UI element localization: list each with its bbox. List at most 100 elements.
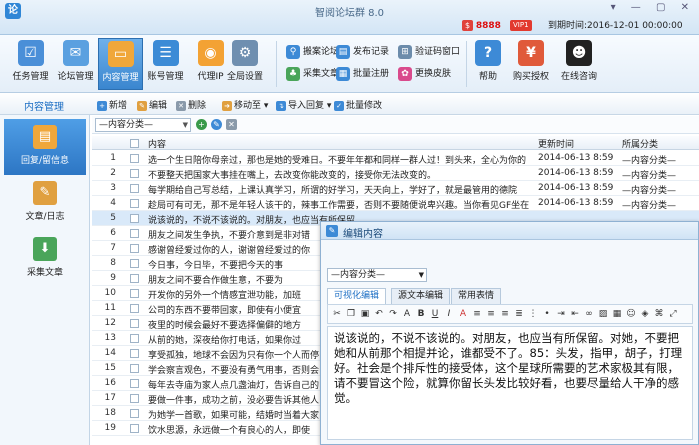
category-select[interactable]: —内容分类— ▼ xyxy=(95,118,191,132)
global-settings-button[interactable]: ⚙ 全局设置 xyxy=(220,38,270,90)
delete-button[interactable]: ✕ 删除 xyxy=(176,98,206,111)
row-checkbox[interactable] xyxy=(130,199,139,208)
row-number: 11 xyxy=(104,303,116,313)
row-checkbox[interactable] xyxy=(130,184,139,193)
paste-icon[interactable]: ▣ xyxy=(359,308,371,320)
row-checkbox[interactable] xyxy=(130,319,139,328)
column-header-time[interactable]: 更新时间 xyxy=(538,137,574,150)
editor-toolbar: ✂ ❐ ▣ ↶ ↷ A B U I A ≡ ≡ ≡ ≣ ⋮ • ⇥ ⇤ ∞ ▨ … xyxy=(327,304,693,324)
row-checkbox[interactable] xyxy=(130,334,139,343)
code-icon[interactable]: ⌘ xyxy=(653,308,665,320)
fullscreen-icon[interactable]: ⤢ xyxy=(667,308,679,320)
row-checkbox[interactable] xyxy=(130,214,139,223)
window-title: 智阅论坛群 8.0 xyxy=(314,8,385,19)
row-checkbox[interactable] xyxy=(130,154,139,163)
online-consult-button[interactable]: ☻ 在线咨询 xyxy=(556,38,602,90)
italic-icon[interactable]: I xyxy=(443,308,455,320)
table-row[interactable]: 3 每学期给自己写总结，上课认真学习，所谓的好学习，天天向上，学好了，就是最管用的… xyxy=(92,181,699,196)
row-checkbox[interactable] xyxy=(130,274,139,283)
edit-button[interactable]: ✎ 编辑 xyxy=(137,98,167,111)
window-controls[interactable]: ▾ — ▢ ✕ xyxy=(611,2,695,13)
row-checkbox[interactable] xyxy=(130,289,139,298)
row-category: —内容分类— xyxy=(622,171,677,181)
row-number: 18 xyxy=(104,408,116,418)
tab-visual-edit[interactable]: 可视化编辑 xyxy=(327,288,387,304)
change-skin-button[interactable]: ✿ 更换皮肤 xyxy=(398,65,451,83)
row-checkbox[interactable] xyxy=(130,304,139,313)
row-checkbox[interactable] xyxy=(130,259,139,268)
help-button[interactable]: ? 帮助 xyxy=(470,38,506,90)
publish-record-button[interactable]: ▤ 发布记录 xyxy=(336,43,389,61)
sidebar-item-collect[interactable]: ⬇ 采集文章 xyxy=(4,231,86,287)
add-category-icon[interactable]: + xyxy=(196,119,207,130)
tab-emoticons[interactable]: 常用表情 xyxy=(451,288,502,304)
bullet-list-icon[interactable]: • xyxy=(541,308,553,320)
image-icon[interactable]: ▨ xyxy=(597,308,609,320)
import-reply-button[interactable]: ↴ 导入回复 ▾ xyxy=(276,98,331,111)
undo-icon[interactable]: ↶ xyxy=(373,308,385,320)
row-checkbox[interactable] xyxy=(130,169,139,178)
align-left-icon[interactable]: ≡ xyxy=(471,308,483,320)
bold-icon[interactable]: B xyxy=(415,308,427,320)
edit-category-icon[interactable]: ✎ xyxy=(211,119,222,130)
move-to-button[interactable]: ➜ 移动至 ▾ xyxy=(222,98,268,111)
row-checkbox[interactable] xyxy=(130,229,139,238)
ordered-list-icon[interactable]: ⋮ xyxy=(527,308,539,320)
row-checkbox[interactable] xyxy=(130,424,139,433)
table-row[interactable]: 1 选一个生日陪你母亲过，那也是她的受难日。不要年年都和同样一群人过！到头来，全心… xyxy=(92,151,699,166)
font-color-icon[interactable]: A xyxy=(401,308,413,320)
link-icon[interactable]: ∞ xyxy=(583,308,595,320)
title-bar: 论 智阅论坛群 8.0 ▾ — ▢ ✕ $ 8888 VIP1 到期时间:201… xyxy=(0,0,699,35)
tab-source-edit[interactable]: 源文本编辑 xyxy=(391,288,451,304)
row-checkbox[interactable] xyxy=(130,394,139,403)
content-manage-button[interactable]: ▭ 内容管理 xyxy=(98,38,143,90)
align-center-icon[interactable]: ≡ xyxy=(485,308,497,320)
table-icon[interactable]: ▦ xyxy=(611,308,623,320)
indent-icon[interactable]: ⇥ xyxy=(555,308,567,320)
collect-article-button[interactable]: ♣ 采集文章 xyxy=(286,65,339,83)
text-color-icon[interactable]: A xyxy=(457,308,469,320)
justify-icon[interactable]: ≣ xyxy=(513,308,525,320)
outdent-icon[interactable]: ⇤ xyxy=(569,308,581,320)
redo-icon[interactable]: ↷ xyxy=(387,308,399,320)
search-forum-button[interactable]: ⚲ 搬案论坛 xyxy=(286,43,339,61)
column-header-content[interactable]: 内容 xyxy=(148,137,166,150)
editor-category-value: —内容分类— xyxy=(331,270,386,280)
sidebar-item-reply[interactable]: ▤ 回复/留信息 xyxy=(4,119,86,175)
row-checkbox[interactable] xyxy=(130,244,139,253)
underline-icon[interactable]: U xyxy=(429,308,441,320)
search-icon: ⚲ xyxy=(286,44,300,59)
sidebar-item-article[interactable]: ✎ 文章/日志 xyxy=(4,175,86,231)
table-row[interactable]: 4 趁局可有可无，那不是年轻人该干的，辣事工作需要，否则不要随便说卑兴趣。当你看见… xyxy=(92,196,699,211)
row-checkbox[interactable] xyxy=(130,379,139,388)
account-manage-button[interactable]: ☰ 账号管理 xyxy=(143,38,188,90)
vip-badge: VIP1 xyxy=(510,20,532,33)
table-row[interactable]: 2 不要整天把国家大事挂在嘴上，去改变你能改变的，接受你无法改变的。 2014-06… xyxy=(92,166,699,181)
row-number: 8 xyxy=(110,258,116,268)
select-all-checkbox[interactable] xyxy=(130,139,139,148)
row-checkbox[interactable] xyxy=(130,409,139,418)
buy-license-button[interactable]: ¥ 购买授权 xyxy=(508,38,554,90)
cut-icon[interactable]: ✂ xyxy=(331,308,343,320)
batch-edit-button[interactable]: ✓ 批量修改 xyxy=(334,98,382,111)
sidebar-item-label: 回复/留信息 xyxy=(20,156,70,166)
copy-icon[interactable]: ❐ xyxy=(345,308,357,320)
row-content: 不要整天把国家大事挂在嘴上，去改变你能改变的，接受你无法改变的。 xyxy=(148,171,437,181)
flash-icon[interactable]: ◈ xyxy=(639,308,651,320)
row-number: 16 xyxy=(104,378,116,388)
delete-category-icon[interactable]: ✕ xyxy=(226,119,237,130)
captcha-window-button[interactable]: ⊞ 验证码窗口 xyxy=(398,43,460,61)
task-manage-button[interactable]: ☑ 任务管理 xyxy=(8,38,53,90)
add-button[interactable]: + 新增 xyxy=(97,98,127,111)
editor-body[interactable]: 说该说的，不说不该说的。对朋友，也应当有所保留。对她，不要把她和从前那个相提并论… xyxy=(327,326,693,440)
add-icon: + xyxy=(97,100,107,111)
row-category: —内容分类— xyxy=(622,201,677,211)
column-header-category[interactable]: 所属分类 xyxy=(622,137,658,150)
row-checkbox[interactable] xyxy=(130,349,139,358)
batch-register-button[interactable]: ▦ 批量注册 xyxy=(336,65,389,83)
editor-category-select[interactable]: —内容分类— ▼ xyxy=(327,268,427,282)
emoticon-icon[interactable]: ☺ xyxy=(625,308,637,320)
align-right-icon[interactable]: ≡ xyxy=(499,308,511,320)
forum-manage-button[interactable]: ✉ 论坛管理 xyxy=(53,38,98,90)
row-checkbox[interactable] xyxy=(130,364,139,373)
